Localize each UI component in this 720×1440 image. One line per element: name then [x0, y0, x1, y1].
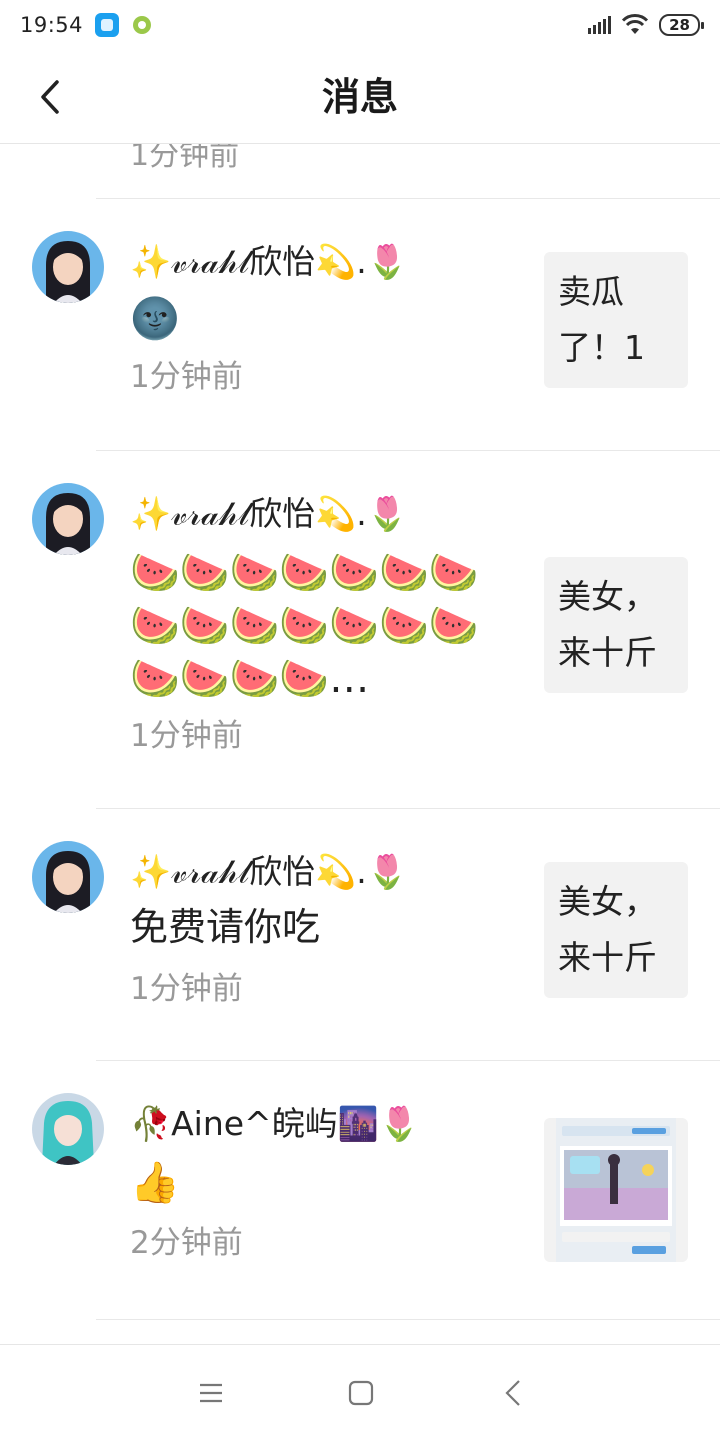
message-list[interactable]: 1分钟前 ✨𝓋𝓇𝒶𝒽𝓁欣怡💫.🌷 🌚 1分钟前 卖瓜了！1 ✨𝓋𝓇𝒶𝒽𝓁欣怡💫.… — [0, 144, 720, 1344]
divider — [96, 1319, 720, 1320]
menu-icon — [200, 1383, 222, 1403]
message-text: 免费请你吃 — [130, 905, 321, 949]
sender-name: ✨𝓋𝓇𝒶𝒽𝓁欣怡💫.🌷 — [130, 242, 408, 281]
avatar[interactable] — [32, 231, 104, 303]
back-triangle-icon — [505, 1380, 520, 1406]
menu-button[interactable] — [196, 1379, 226, 1407]
system-navigation-bar — [0, 1344, 720, 1440]
battery-indicator: 28 — [659, 14, 704, 36]
message-time: 2分钟前 — [130, 1225, 243, 1261]
list-item[interactable]: ✨𝓋𝓇𝒶𝒽𝓁欣怡💫.🌷 🌚 1分钟前 卖瓜了！1 — [0, 199, 720, 450]
partial-message-time: 1分钟前 — [130, 144, 240, 173]
list-item[interactable]: ✨𝓋𝓇𝒶𝒽𝓁欣怡💫.🌷 免费请你吃 1分钟前 美女，来十斤 — [0, 809, 720, 1060]
status-time: 19:54 — [20, 13, 84, 37]
avatar[interactable] — [32, 1093, 104, 1165]
quoted-post-preview[interactable]: 美女，来十斤 — [544, 557, 688, 693]
message-text: 🍉🍉🍉🍉🍉🍉🍉🍉🍉🍉🍉🍉🍉🍉🍉🍉🍉🍉… — [130, 550, 479, 702]
app-notification-icon — [95, 13, 120, 37]
quoted-post-preview[interactable]: 卖瓜了！1 — [544, 252, 688, 388]
sender-name: ✨𝓋𝓇𝒶𝒽𝓁欣怡💫.🌷 — [130, 852, 408, 891]
avatar[interactable] — [32, 841, 104, 913]
list-item[interactable]: 🥀Aine^皖屿🌆🌷 👍 2分钟前 — [0, 1061, 720, 1319]
message-time: 1分钟前 — [130, 718, 243, 754]
message-text: 👍 — [130, 1160, 180, 1206]
sender-name: 🥀Aine^皖屿🌆🌷 — [130, 1104, 420, 1143]
home-button[interactable] — [346, 1379, 376, 1407]
page-title: 消息 — [321, 75, 398, 119]
message-time: 1分钟前 — [130, 359, 243, 395]
post-thumbnail[interactable] — [544, 1118, 688, 1262]
quoted-post-preview[interactable]: 美女，来十斤 — [544, 862, 688, 998]
wifi-icon — [622, 14, 649, 34]
back-nav-button[interactable] — [498, 1379, 528, 1407]
message-time: 1分钟前 — [130, 971, 243, 1007]
header: 消息 — [0, 50, 720, 144]
status-bar: 19:54 28 — [0, 0, 720, 50]
list-item[interactable]: ✨𝓋𝓇𝒶𝒽𝓁欣怡💫.🌷 🍉🍉🍉🍉🍉🍉🍉🍉🍉🍉🍉🍉🍉🍉🍉🍉🍉🍉… 1分钟前 美女，… — [0, 451, 720, 808]
message-text: 🌚 — [130, 296, 180, 342]
sender-name: ✨𝓋𝓇𝒶𝒽𝓁欣怡💫.🌷 — [130, 494, 408, 533]
home-square-icon — [348, 1380, 374, 1406]
signal-icon — [588, 16, 612, 34]
avatar[interactable] — [32, 483, 104, 555]
settings-notification-icon — [131, 14, 154, 36]
